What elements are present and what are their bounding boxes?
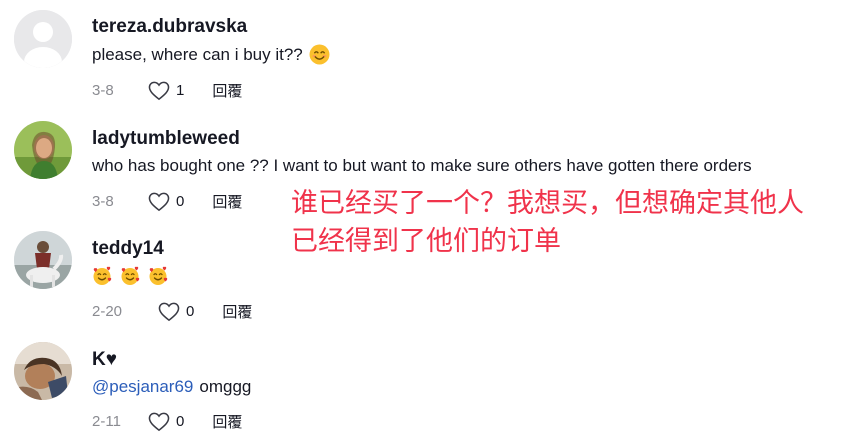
avatar[interactable]: [14, 231, 72, 289]
comment-date: 2-11: [92, 413, 121, 430]
like-count: 1: [176, 82, 185, 99]
avatar[interactable]: [14, 121, 72, 179]
smiling-face-with-hearts-emoji: [92, 266, 112, 286]
comment-meta: 3-8 0 回覆: [92, 191, 242, 212]
annotation-line: 已经得到了他们的订单: [291, 226, 561, 256]
comment-date: 3-8: [92, 82, 114, 99]
user-photo-icon: [14, 121, 72, 179]
heart-icon: [158, 302, 180, 322]
translation-annotation: 谁已经买了一个？我想买，但想确定其他人 已经得到了他们的订单: [291, 184, 804, 260]
like-button[interactable]: 0: [148, 192, 184, 212]
reply-button[interactable]: 回覆: [212, 191, 242, 212]
comment-meta: 3-8 1 回覆: [92, 80, 242, 101]
comment-body: please, where can i buy it??: [92, 44, 303, 64]
comment-text: [92, 266, 168, 286]
default-avatar-icon: [14, 10, 72, 68]
heart-icon: [148, 192, 170, 212]
like-button[interactable]: 0: [158, 302, 194, 322]
comment-meta: 2-11 0 回覆: [92, 411, 242, 432]
smiling-face-with-hearts-emoji: [120, 266, 140, 286]
reply-button[interactable]: 回覆: [212, 411, 242, 432]
smiling-face-with-hearts-emoji: [148, 266, 168, 286]
comment-date: 2-20: [92, 303, 123, 320]
like-button[interactable]: 0: [148, 412, 184, 432]
like-count: 0: [176, 193, 185, 210]
comment-date: 3-8: [92, 193, 114, 210]
heart-icon: [148, 81, 170, 101]
like-button[interactable]: 1: [148, 81, 184, 101]
user-mention-link[interactable]: @pesjanar69: [92, 377, 193, 397]
comment-text: @pesjanar69 omggg: [92, 377, 251, 397]
user-photo-icon: [14, 342, 72, 400]
heart-icon: [148, 412, 170, 432]
reply-button[interactable]: 回覆: [222, 301, 252, 322]
comment-body: who has bought one ?? I want to but want…: [92, 156, 752, 175]
annotation-line: 谁已经买了一个？我想买，但想确定其他人: [291, 188, 804, 218]
smiling-face-emoji: [309, 44, 330, 65]
comment-body: omggg: [199, 377, 252, 396]
avatar[interactable]: [14, 342, 72, 400]
comment-meta: 2-20 0 回覆: [92, 301, 252, 322]
user-photo-icon: [14, 231, 72, 289]
comment-username[interactable]: teddy14: [92, 238, 164, 260]
comment-text: who has bought one ?? I want to but want…: [92, 156, 752, 176]
comment-username[interactable]: K♥: [92, 349, 117, 371]
comment-username[interactable]: tereza.dubravska: [92, 16, 247, 38]
avatar[interactable]: [14, 10, 72, 68]
comment-text: please, where can i buy it??: [92, 44, 330, 65]
reply-button[interactable]: 回覆: [212, 80, 242, 101]
like-count: 0: [186, 303, 195, 320]
like-count: 0: [176, 413, 185, 430]
comment-username[interactable]: ladytumbleweed: [92, 128, 240, 150]
